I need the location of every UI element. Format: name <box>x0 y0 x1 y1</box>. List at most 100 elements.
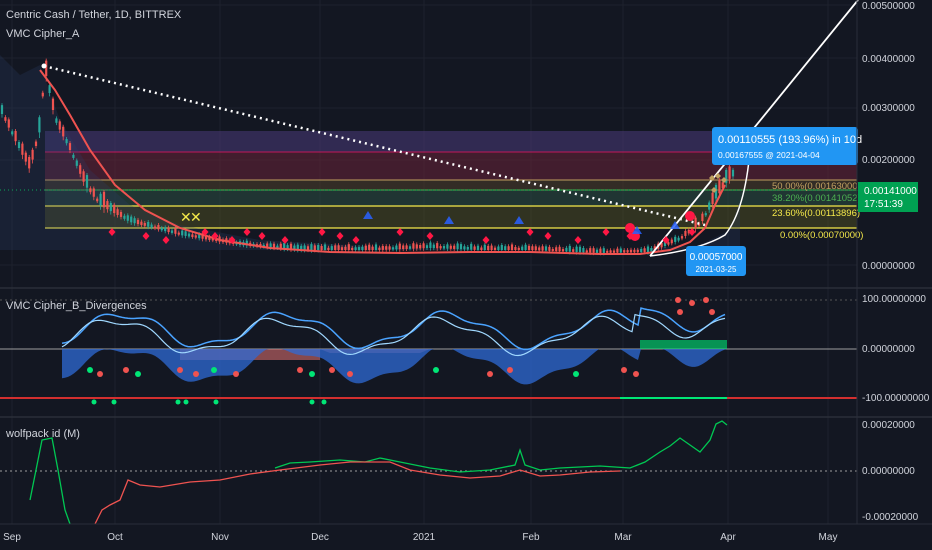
candle-body <box>694 217 697 229</box>
candle-body <box>442 246 446 249</box>
candle-body <box>463 246 466 250</box>
symbol-title: Centric Cash / Tether, 1D, BITTREX <box>6 9 182 21</box>
candle-body <box>72 154 75 158</box>
candle-body <box>534 246 537 251</box>
candle-body <box>538 247 541 251</box>
candle-body <box>626 250 629 253</box>
candle-body <box>629 249 633 253</box>
time-label-mar: Mar <box>614 532 632 543</box>
candle-body <box>123 215 126 219</box>
chart-background <box>0 0 932 550</box>
candle-body <box>517 247 520 250</box>
candle-body <box>568 245 571 252</box>
candle-body <box>269 243 272 248</box>
candle-body <box>334 245 337 250</box>
candle-body <box>323 244 327 250</box>
candle-body <box>55 118 58 123</box>
candle-body <box>21 143 24 155</box>
candle-body <box>327 247 330 250</box>
trend-anchor-start[interactable] <box>41 63 47 69</box>
candle-body <box>143 222 146 226</box>
time-label-apr: Apr <box>720 532 736 543</box>
candle-body <box>371 246 374 250</box>
candle-body <box>14 130 17 142</box>
indicator-a-label[interactable]: VMC Cipher_A <box>6 28 80 40</box>
candle-body <box>82 171 85 182</box>
candle-body <box>527 245 531 250</box>
candle-body <box>337 245 340 250</box>
candle-body <box>643 248 646 253</box>
candle-body <box>422 243 425 249</box>
cipher-top-dot <box>689 300 695 306</box>
candle-body <box>449 245 452 249</box>
trading-chart[interactable]: ✕ ✕ 50.00%(0.00163000) 38.20%(0.00141052… <box>0 0 932 550</box>
candle-body <box>446 244 449 249</box>
candle-body <box>391 247 395 250</box>
candle-body <box>684 230 687 236</box>
candle-body <box>106 201 109 210</box>
candle-body <box>306 246 310 250</box>
candle-body <box>68 143 72 150</box>
cipher-signal-dot <box>177 367 183 373</box>
candle-body <box>582 248 585 253</box>
price-tick-0002: 0.00200000 <box>862 155 915 166</box>
candle-body <box>136 219 140 225</box>
candle-body <box>85 175 89 188</box>
candle-body <box>439 246 442 249</box>
candle-body <box>436 243 439 249</box>
candle-body <box>453 245 456 249</box>
time-label-may: May <box>819 532 838 543</box>
fib-label-0: 0.00%(0.00070000) <box>780 230 863 241</box>
candle-body <box>524 244 527 250</box>
cipher-signal-dot <box>135 371 141 377</box>
cipher-signal-dot <box>193 371 199 377</box>
candle-body <box>609 250 612 253</box>
measure-tag-change: 0.00110555 (193.96%) in 10d <box>718 134 862 146</box>
cipher-tick-100: 100.00000000 <box>862 294 926 305</box>
candle-body <box>432 244 435 249</box>
candle-body <box>487 245 490 250</box>
candle-body <box>79 165 82 174</box>
candle-body <box>551 248 554 251</box>
candle-body <box>310 244 313 250</box>
candle-body <box>704 213 707 216</box>
candle-body <box>514 247 517 250</box>
candle-body <box>572 249 575 252</box>
candle-body <box>62 126 65 137</box>
candle-body <box>456 243 459 250</box>
fib-zone-382 <box>45 190 857 206</box>
bar-countdown: 17:51:39 <box>864 199 903 210</box>
cipher-top-dot <box>677 309 683 315</box>
candle-body <box>544 246 548 251</box>
candle-body <box>167 227 170 233</box>
candle-body <box>412 243 415 249</box>
candle-body <box>578 246 582 253</box>
candle-body <box>75 160 78 166</box>
candle-body <box>674 236 677 242</box>
wolfpack-label[interactable]: wolfpack id (M) <box>5 428 80 440</box>
cipher-b-label[interactable]: VMC Cipher_B_Divergences <box>6 300 147 312</box>
candle-body <box>497 246 500 250</box>
candle-body <box>592 248 595 253</box>
candle-body <box>595 249 599 253</box>
candle-body <box>670 239 673 244</box>
candle-body <box>113 204 116 214</box>
candle-body <box>157 225 160 230</box>
candle-body <box>119 211 123 217</box>
cipher-signal-dot <box>233 371 239 377</box>
candle-body <box>340 247 344 250</box>
candle-body <box>575 246 578 252</box>
candle-body <box>476 245 480 250</box>
candle-body <box>116 209 119 215</box>
time-label-sep: Sep <box>3 532 21 543</box>
cipher-signal-dot <box>487 371 493 377</box>
candle-body <box>585 250 588 253</box>
candle-body <box>680 236 684 239</box>
candle-body <box>388 246 391 250</box>
price-tick-0004: 0.00400000 <box>862 54 915 65</box>
cipher-signal-dot <box>573 371 579 377</box>
candle-body <box>378 247 381 250</box>
candle-body <box>667 242 670 245</box>
candle-body <box>374 244 378 250</box>
candle-body <box>415 244 418 249</box>
